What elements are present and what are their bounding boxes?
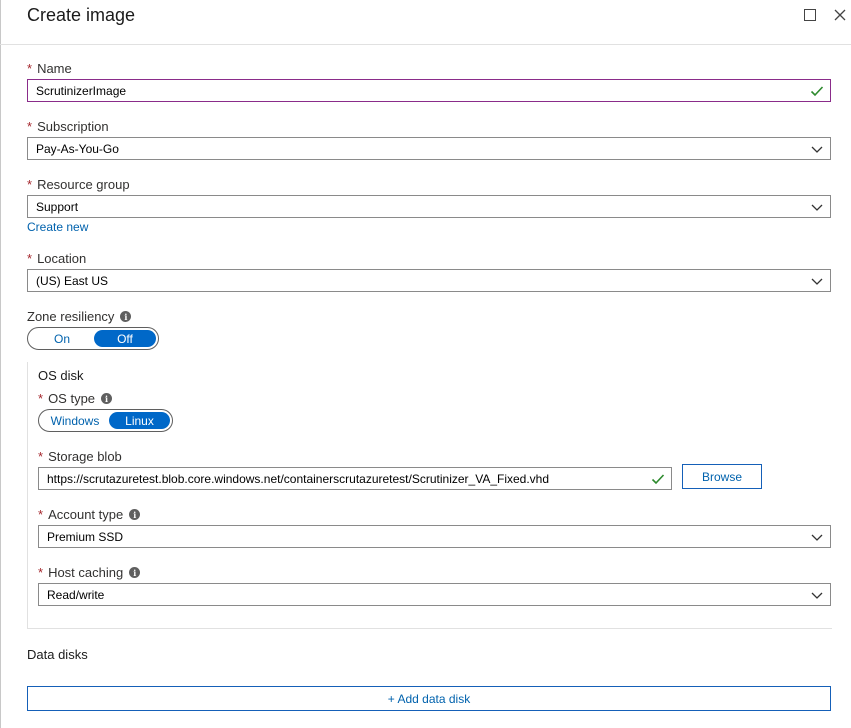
resource-group-label: * Resource group — [27, 177, 130, 192]
info-icon[interactable]: i — [129, 567, 141, 578]
os-type-label-text: OS type — [48, 391, 96, 406]
account-type-label: * Account type i — [38, 507, 141, 522]
chevron-down-icon — [811, 592, 823, 599]
storage-blob-label: * Storage blob — [38, 449, 122, 464]
host-caching-label: * Host caching i — [38, 565, 141, 580]
os-disk-title: OS disk — [38, 368, 84, 383]
resource-group-select[interactable]: Support — [27, 195, 831, 218]
required-marker: * — [38, 565, 44, 580]
header-divider — [0, 44, 851, 45]
os-type-linux[interactable]: Linux — [109, 412, 170, 429]
chevron-down-icon — [811, 146, 823, 153]
subscription-select[interactable]: Pay-As-You-Go — [27, 137, 831, 160]
required-marker: * — [27, 61, 33, 76]
required-marker: * — [38, 507, 44, 522]
resource-group-value: Support — [36, 199, 79, 214]
host-caching-select[interactable]: Read/write — [38, 583, 831, 606]
os-type-label: * OS type i — [38, 391, 113, 406]
subscription-value: Pay-As-You-Go — [36, 141, 119, 156]
info-icon[interactable]: i — [129, 509, 141, 520]
zone-resiliency-label-text: Zone resiliency — [27, 309, 115, 324]
location-label-text: Location — [37, 251, 87, 266]
required-marker: * — [27, 251, 33, 266]
zone-resiliency-label: Zone resiliency i — [27, 309, 132, 324]
storage-blob-input[interactable]: https://scrutazuretest.blob.core.windows… — [38, 467, 672, 490]
zone-resiliency-on[interactable]: On — [30, 330, 94, 347]
checkmark-icon — [810, 85, 824, 96]
add-data-disk-button[interactable]: + Add data disk — [27, 686, 831, 711]
required-marker: * — [38, 391, 44, 406]
storage-blob-value: https://scrutazuretest.blob.core.windows… — [47, 471, 550, 486]
data-disks-title: Data disks — [27, 647, 88, 662]
zone-resiliency-toggle[interactable]: On Off — [27, 327, 159, 350]
close-icon — [834, 9, 846, 21]
host-caching-value: Read/write — [47, 587, 105, 602]
close-button[interactable] — [829, 4, 851, 26]
chevron-down-icon — [811, 204, 823, 211]
maximize-button[interactable] — [799, 4, 821, 26]
zone-resiliency-off[interactable]: Off — [94, 330, 156, 347]
location-value: (US) East US — [36, 273, 109, 288]
browse-button[interactable]: Browse — [682, 464, 762, 489]
account-type-label-text: Account type — [48, 507, 124, 522]
location-select[interactable]: (US) East US — [27, 269, 831, 292]
required-marker: * — [27, 177, 33, 192]
os-type-toggle[interactable]: Windows Linux — [38, 409, 173, 432]
blade-title: Create image — [27, 5, 136, 25]
location-label: * Location — [27, 251, 86, 266]
os-type-windows[interactable]: Windows — [41, 412, 109, 429]
host-caching-label-text: Host caching — [48, 565, 124, 580]
blade-left-border — [0, 0, 1, 728]
subscription-label: * Subscription — [27, 119, 109, 134]
info-icon[interactable]: i — [120, 311, 132, 322]
required-marker: * — [38, 449, 44, 464]
name-label-text: Name — [37, 61, 72, 76]
subscription-label-text: Subscription — [37, 119, 109, 134]
resource-group-label-text: Resource group — [37, 177, 130, 192]
required-marker: * — [27, 119, 33, 134]
storage-blob-label-text: Storage blob — [48, 449, 122, 464]
chevron-down-icon — [811, 278, 823, 285]
name-input-value: ScrutinizerImage — [36, 83, 127, 98]
maximize-icon — [804, 9, 816, 21]
name-label: * Name — [27, 61, 72, 76]
create-new-link[interactable]: Create new — [27, 220, 88, 234]
name-input[interactable]: ScrutinizerImage — [27, 79, 831, 102]
info-icon[interactable]: i — [101, 393, 113, 404]
checkmark-icon — [651, 473, 665, 484]
account-type-select[interactable]: Premium SSD — [38, 525, 831, 548]
chevron-down-icon — [811, 534, 823, 541]
account-type-value: Premium SSD — [47, 529, 124, 544]
